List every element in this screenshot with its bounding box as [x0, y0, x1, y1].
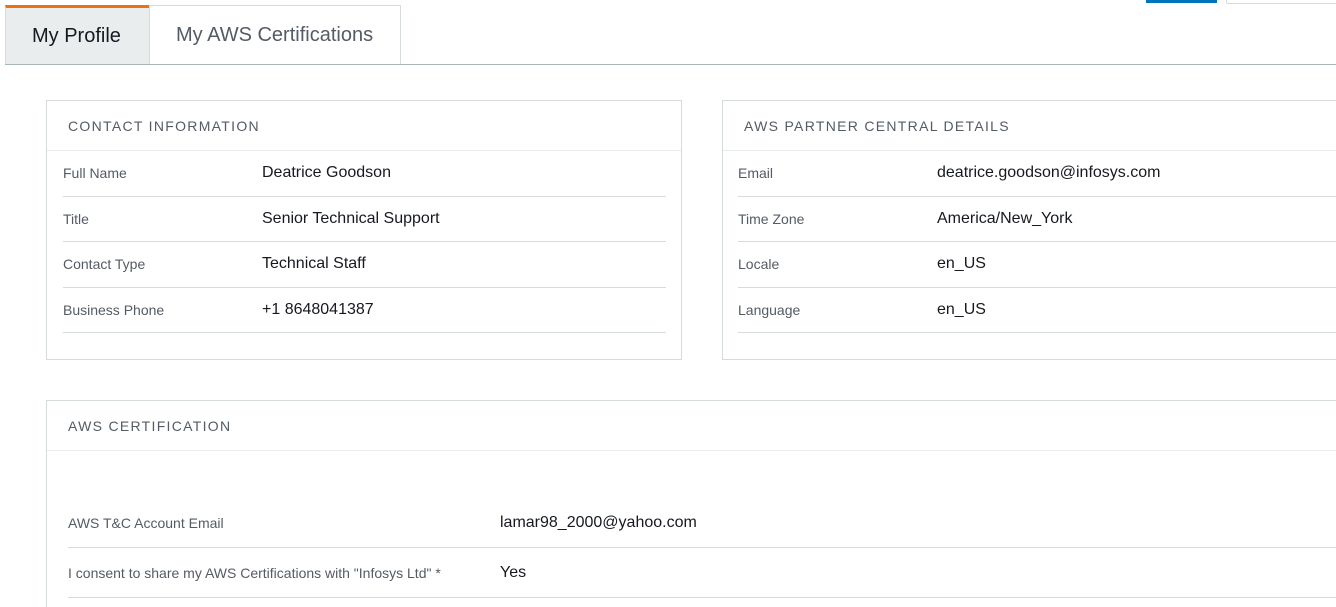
- kv-row-email: Email deatrice.goodson@infosys.com: [738, 151, 1336, 197]
- field-value: lamar98_2000@yahoo.com: [500, 513, 697, 531]
- field-label: I consent to share my AWS Certifications…: [68, 564, 441, 581]
- kv-row-locale: Locale en_US: [738, 242, 1336, 288]
- field-value: en_US: [937, 255, 986, 273]
- field-label: Time Zone: [738, 210, 805, 227]
- field-label: Title: [63, 210, 89, 227]
- kv-row-contact-type: Contact Type Technical Staff: [63, 242, 666, 288]
- field-value: Deatrice Goodson: [262, 164, 391, 182]
- aws-certification-header: AWS CERTIFICATION: [47, 401, 1336, 451]
- contact-information-list: Full Name Deatrice Goodson Title Senior …: [63, 151, 666, 333]
- field-value: America/New_York: [937, 209, 1073, 227]
- partner-central-details-list: Email deatrice.goodson@infosys.com Time …: [738, 151, 1336, 333]
- field-value: Technical Staff: [262, 255, 366, 273]
- profile-tabs: My Profile My AWS Certifications: [5, 5, 401, 64]
- tab-my-profile[interactable]: My Profile: [5, 5, 149, 64]
- partner-central-details-header: AWS PARTNER CENTRAL DETAILS: [723, 101, 1336, 151]
- kv-row-title: Title Senior Technical Support: [63, 197, 666, 242]
- kv-row-language: Language en_US: [738, 288, 1336, 333]
- field-label: Full Name: [63, 165, 127, 182]
- kv-row-full-name: Full Name Deatrice Goodson: [63, 151, 666, 197]
- field-label: Business Phone: [63, 301, 165, 318]
- kv-row-tc-account-email: AWS T&C Account Email lamar98_2000@yahoo…: [68, 498, 1336, 548]
- partner-central-details-panel: AWS PARTNER CENTRAL DETAILS Email deatri…: [722, 100, 1336, 360]
- field-label: AWS T&C Account Email: [68, 514, 224, 531]
- contact-information-panel: CONTACT INFORMATION Full Name Deatrice G…: [46, 100, 682, 360]
- kv-row-time-zone: Time Zone America/New_York: [738, 197, 1336, 242]
- kv-row-consent: I consent to share my AWS Certifications…: [68, 548, 1336, 598]
- tab-my-aws-certifications[interactable]: My AWS Certifications: [149, 5, 401, 64]
- profile-page: My Profile My AWS Certifications CONTACT…: [0, 0, 1336, 607]
- field-label: Email: [738, 165, 774, 182]
- tab-divider: [5, 64, 1336, 65]
- primary-action-button[interactable]: [1146, 0, 1217, 3]
- field-label: Locale: [738, 256, 780, 273]
- field-label: Language: [738, 301, 801, 318]
- field-value: Senior Technical Support: [262, 209, 440, 227]
- field-value: Yes: [500, 563, 527, 581]
- kv-row-business-phone: Business Phone +1 8648041387: [63, 288, 666, 333]
- field-value: en_US: [937, 300, 986, 318]
- contact-information-header: CONTACT INFORMATION: [47, 101, 681, 151]
- aws-certification-panel: AWS CERTIFICATION AWS T&C Account Email …: [46, 400, 1336, 607]
- aws-certification-list: AWS T&C Account Email lamar98_2000@yahoo…: [68, 498, 1336, 598]
- field-label: Contact Type: [63, 256, 146, 273]
- field-value: +1 8648041387: [262, 300, 374, 318]
- field-value: deatrice.goodson@infosys.com: [937, 164, 1161, 182]
- secondary-action-button[interactable]: [1226, 0, 1336, 4]
